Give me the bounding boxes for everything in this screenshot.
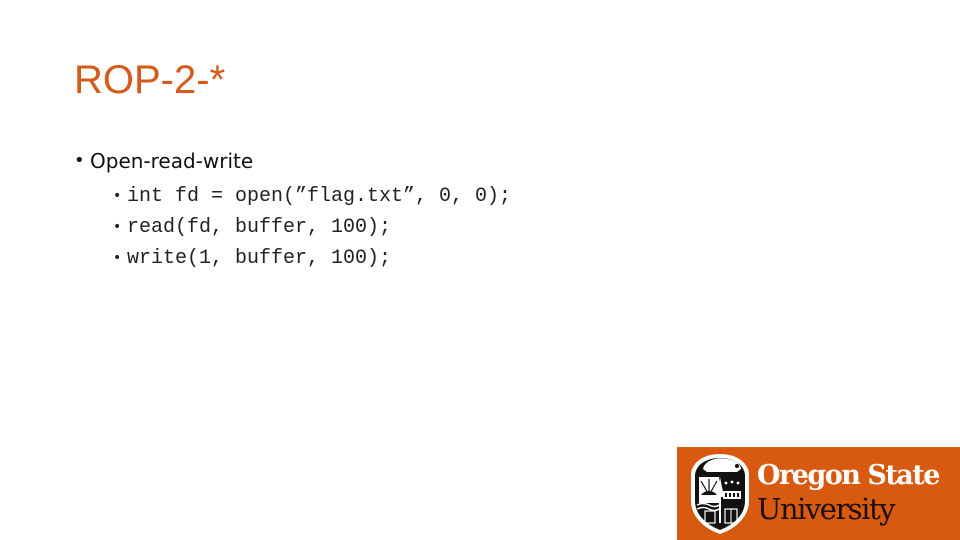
code-bullet-open: • int fd = open(”flag.txt”, 0, 0); <box>113 181 511 212</box>
code-line: write(1, buffer, 100); <box>127 247 392 270</box>
code-line: int fd = open(”flag.txt”, 0, 0); <box>127 185 512 208</box>
bullet-icon: • <box>113 250 122 266</box>
bullet-icon: • <box>74 150 85 171</box>
bullet-level1: • Open-read-write <box>74 147 253 175</box>
sub-bullet-list: • int fd = open(”flag.txt”, 0, 0); • rea… <box>113 181 511 274</box>
code-line: read(fd, buffer, 100); <box>127 216 392 239</box>
slide-title: ROP-2-* <box>74 58 226 102</box>
bullet-icon: • <box>113 188 122 204</box>
bullet-text: Open-read-write <box>90 149 254 173</box>
logo-text-oregon-state: Oregon State <box>757 460 940 491</box>
code-bullet-write: • write(1, buffer, 100); <box>113 243 511 274</box>
bullet-icon: • <box>113 219 122 235</box>
code-bullet-read: • read(fd, buffer, 100); <box>113 212 511 243</box>
university-logo: Oregon State University <box>677 447 960 540</box>
osu-shield-beaver-icon <box>691 454 749 534</box>
logo-text-university: University <box>757 492 896 526</box>
